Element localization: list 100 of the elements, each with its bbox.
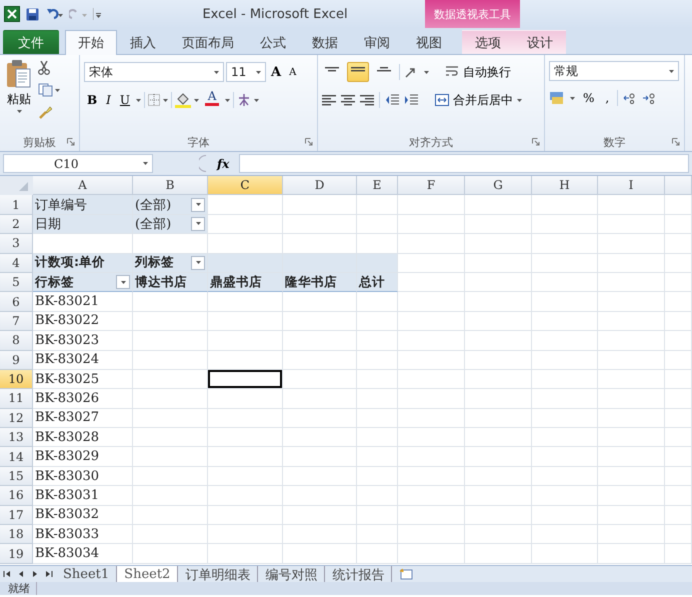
fill-color-icon[interactable]	[175, 92, 192, 108]
copy-icon[interactable]	[38, 83, 60, 97]
underline-button[interactable]: U	[116, 90, 134, 110]
caret-icon[interactable]	[225, 98, 230, 102]
ribbon-tab[interactable]: 开始	[65, 30, 117, 55]
row-header[interactable]: 14	[0, 447, 33, 467]
caret-icon[interactable]	[424, 70, 429, 74]
filter-dropdown-button[interactable]	[191, 216, 205, 231]
align-left-icon[interactable]	[322, 94, 336, 106]
filter-dropdown-button[interactable]	[116, 275, 130, 290]
row-header[interactable]: 17	[0, 506, 33, 526]
decrease-indent-icon[interactable]	[385, 94, 399, 106]
column-header[interactable]: B	[133, 176, 208, 196]
ribbon-tab[interactable]: 视图	[403, 30, 455, 54]
name-box[interactable]: C10	[3, 154, 153, 173]
dialog-launcher-icon[interactable]	[672, 138, 680, 146]
row-header[interactable]: 9	[0, 350, 33, 370]
ribbon-tab[interactable]: 选项	[462, 30, 514, 54]
grow-font-button[interactable]: A	[268, 62, 284, 82]
caret-icon[interactable]	[570, 96, 575, 100]
row-header[interactable]: 16	[0, 486, 33, 506]
sheet-tab[interactable]: Sheet2	[117, 566, 178, 582]
row-header[interactable]: 12	[0, 408, 33, 428]
save-icon[interactable]	[26, 8, 39, 20]
row-header[interactable]: 2	[0, 214, 33, 234]
caret-icon[interactable]	[254, 98, 260, 102]
clipboard-icon[interactable]	[6, 59, 32, 89]
column-header[interactable]: H	[532, 176, 598, 196]
row-header[interactable]: 4	[0, 254, 33, 273]
ribbon-tab[interactable]: 审阅	[351, 30, 403, 54]
bold-button[interactable]: B	[84, 90, 100, 110]
selected-cell[interactable]	[208, 370, 283, 390]
caret-icon[interactable]	[196, 203, 200, 206]
row-header[interactable]: 15	[0, 466, 33, 486]
comma-style-button[interactable]: ,	[602, 88, 612, 108]
row-header[interactable]: 7	[0, 312, 33, 332]
formula-input-field[interactable]	[239, 154, 689, 173]
row-header[interactable]: 1	[0, 195, 33, 215]
number-format-field[interactable]: 常规	[549, 61, 679, 81]
row-header[interactable]: 13	[0, 428, 33, 448]
column-header[interactable]: D	[283, 176, 357, 196]
font-size-field[interactable]: 11	[226, 62, 266, 82]
caret-icon[interactable]	[194, 98, 200, 102]
increase-decimal-icon[interactable]	[623, 92, 638, 104]
caret-icon[interactable]	[517, 98, 522, 102]
dialog-launcher-icon[interactable]	[532, 138, 540, 146]
dialog-launcher-icon[interactable]	[67, 138, 75, 146]
caret-icon[interactable]	[136, 98, 142, 102]
percent-button[interactable]: %	[580, 88, 598, 108]
paste-button[interactable]: 粘贴	[4, 59, 34, 133]
row-header[interactable]: 11	[0, 389, 33, 409]
caret-icon[interactable]	[143, 162, 148, 165]
ribbon-tab[interactable]: 插入	[117, 30, 169, 54]
column-header[interactable]: A	[33, 176, 133, 196]
column-header[interactable]: C	[208, 176, 283, 196]
ribbon-tab[interactable]: 公式	[247, 30, 299, 54]
merge-cells-icon[interactable]	[435, 94, 449, 106]
caret-icon[interactable]	[669, 70, 674, 72]
column-header[interactable]: E	[357, 176, 398, 196]
shrink-font-button[interactable]: A	[286, 62, 300, 82]
ribbon-tab[interactable]: 设计	[514, 30, 566, 54]
middle-align-button[interactable]	[347, 62, 369, 82]
currency-icon[interactable]	[549, 91, 565, 105]
customize-toolbar-icon[interactable]	[93, 8, 101, 20]
undo-icon[interactable]	[45, 8, 63, 20]
font-color-button[interactable]: A	[202, 90, 222, 110]
column-header[interactable]: G	[465, 176, 532, 196]
caret-icon[interactable]	[120, 280, 126, 284]
caret-icon[interactable]	[214, 70, 219, 74]
caret-icon[interactable]	[163, 98, 168, 102]
dialog-launcher-icon[interactable]	[305, 138, 313, 146]
border-icon[interactable]	[148, 94, 160, 106]
merge-center-button[interactable]: 合并后居中	[433, 90, 524, 110]
font-name-field[interactable]: 宋体	[84, 62, 224, 82]
brush-icon[interactable]	[38, 105, 52, 119]
wrap-text-button[interactable]: 自动换行	[444, 62, 513, 82]
insert-function-button[interactable]: fx	[213, 156, 234, 170]
ribbon-tab[interactable]: 页面布局	[169, 30, 247, 54]
italic-button[interactable]: I	[103, 90, 114, 110]
row-header[interactable]: 19	[0, 544, 33, 564]
phonetic-guide-icon[interactable]	[237, 93, 252, 107]
ribbon-tab[interactable]: 文件	[3, 30, 59, 54]
row-header[interactable]: 18	[0, 525, 33, 544]
decrease-decimal-icon[interactable]	[642, 92, 656, 104]
cut-icon[interactable]	[38, 61, 50, 75]
ribbon-tab[interactable]: 数据	[299, 30, 351, 54]
align-right-icon[interactable]	[360, 94, 374, 106]
row-header[interactable]: 3	[0, 234, 33, 254]
wrap-text-icon[interactable]	[446, 66, 459, 78]
column-header[interactable]: F	[398, 176, 465, 196]
caret-icon[interactable]	[256, 70, 261, 74]
filter-dropdown-button[interactable]	[191, 198, 205, 212]
caret-icon[interactable]	[196, 222, 200, 226]
row-header[interactable]: 10	[0, 370, 33, 390]
increase-indent-icon[interactable]	[404, 94, 418, 106]
row-header[interactable]: 8	[0, 331, 33, 351]
caret-icon[interactable]	[196, 261, 200, 264]
caret-icon[interactable]	[16, 110, 22, 113]
filter-dropdown-button[interactable]	[191, 256, 205, 270]
row-header[interactable]: 6	[0, 292, 33, 312]
